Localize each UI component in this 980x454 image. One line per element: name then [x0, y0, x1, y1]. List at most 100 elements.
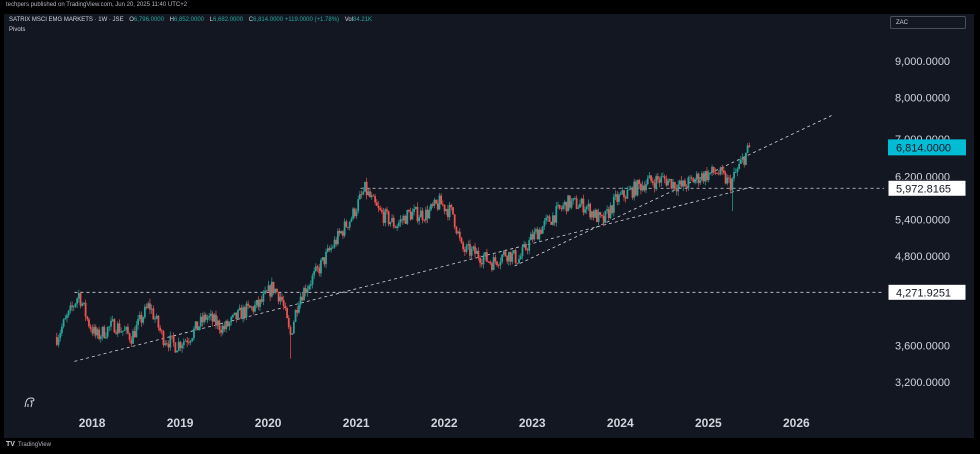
candle-body[interactable]	[252, 306, 255, 312]
candle-body[interactable]	[154, 318, 156, 320]
candle-body[interactable]	[706, 171, 708, 181]
candle-body[interactable]	[477, 250, 480, 258]
candle-body[interactable]	[739, 159, 742, 164]
candle-body[interactable]	[320, 260, 322, 274]
candle-body[interactable]	[220, 329, 222, 333]
candle-body[interactable]	[155, 315, 158, 319]
candle-body[interactable]	[531, 234, 534, 240]
candle-body[interactable]	[145, 306, 148, 308]
candle-body[interactable]	[77, 293, 80, 299]
candle-body[interactable]	[643, 185, 646, 191]
candle-body[interactable]	[277, 292, 280, 302]
candle-body[interactable]	[540, 229, 542, 234]
candle-body[interactable]	[292, 321, 295, 334]
candle-body[interactable]	[736, 168, 739, 172]
candle-body[interactable]	[318, 267, 321, 274]
candle-body[interactable]	[633, 181, 636, 198]
candle-body[interactable]	[667, 180, 669, 186]
candle-body[interactable]	[333, 239, 336, 248]
candle-body[interactable]	[743, 157, 746, 165]
candle-body[interactable]	[470, 248, 473, 256]
candle-body[interactable]	[401, 219, 404, 221]
candle-body[interactable]	[230, 317, 233, 323]
candle-body[interactable]	[680, 180, 683, 187]
candle-body[interactable]	[62, 319, 65, 327]
candle-body[interactable]	[597, 212, 600, 222]
candle-body[interactable]	[194, 321, 197, 329]
candle-body[interactable]	[700, 173, 703, 181]
candle-body[interactable]	[465, 245, 468, 252]
candle-body[interactable]	[507, 251, 510, 262]
candle-body[interactable]	[110, 320, 112, 327]
candle-body[interactable]	[206, 317, 209, 320]
candle-body[interactable]	[712, 166, 715, 173]
candle-body[interactable]	[198, 326, 200, 330]
candle-body[interactable]	[550, 221, 553, 225]
candle-body[interactable]	[452, 207, 454, 215]
candle-body[interactable]	[526, 249, 529, 251]
candle-body[interactable]	[728, 177, 730, 179]
candle-body[interactable]	[533, 231, 536, 240]
candle-body[interactable]	[223, 325, 226, 330]
candle-body[interactable]	[279, 296, 282, 302]
candle-body[interactable]	[640, 183, 642, 191]
candle-body[interactable]	[489, 261, 492, 264]
candle-body[interactable]	[96, 329, 99, 336]
candle-body[interactable]	[264, 290, 266, 294]
candle-body[interactable]	[276, 289, 278, 293]
candle-body[interactable]	[262, 293, 265, 302]
price-chart[interactable]: 3,200.0000 3,600.0000 4,800.0000 5,400.0000…	[0, 0, 980, 454]
candle-body[interactable]	[199, 316, 202, 327]
candle-body[interactable]	[733, 172, 735, 179]
candle-body[interactable]	[450, 205, 453, 208]
candle-body[interactable]	[238, 307, 241, 310]
candle-body[interactable]	[106, 326, 109, 337]
candle-body[interactable]	[291, 333, 294, 335]
candle-body[interactable]	[228, 322, 231, 327]
candle-body[interactable]	[314, 266, 317, 272]
candle-body[interactable]	[355, 211, 358, 217]
candle-body[interactable]	[162, 331, 165, 346]
candle-body[interactable]	[716, 173, 719, 174]
candle-body[interactable]	[656, 176, 659, 180]
candle-body[interactable]	[458, 231, 461, 238]
candle-body[interactable]	[557, 204, 559, 207]
candle-body[interactable]	[325, 251, 327, 265]
candle-body[interactable]	[518, 259, 520, 264]
candle-body[interactable]	[425, 209, 427, 221]
candle-body[interactable]	[426, 209, 429, 219]
candle-body[interactable]	[443, 204, 446, 212]
candle-body[interactable]	[729, 178, 732, 191]
candle-body[interactable]	[287, 318, 290, 328]
candle-body[interactable]	[514, 250, 517, 263]
candle-body[interactable]	[149, 303, 151, 310]
candle-body[interactable]	[83, 302, 85, 304]
candle-body[interactable]	[519, 256, 522, 260]
candle-body[interactable]	[352, 208, 355, 219]
candle-body[interactable]	[81, 303, 84, 306]
candle-body[interactable]	[646, 178, 649, 185]
candle-body[interactable]	[662, 176, 664, 178]
candle-body[interactable]	[724, 172, 727, 184]
candle-body[interactable]	[113, 319, 116, 333]
candle-body[interactable]	[269, 285, 272, 297]
candle-body[interactable]	[397, 222, 400, 227]
candle-body[interactable]	[695, 173, 698, 180]
candle-body[interactable]	[323, 257, 326, 265]
candle-body[interactable]	[513, 250, 515, 254]
candle-body[interactable]	[91, 328, 94, 334]
candle-body[interactable]	[675, 188, 678, 192]
candle-body[interactable]	[367, 191, 370, 196]
candle-body[interactable]	[607, 209, 610, 218]
candle-body[interactable]	[590, 211, 593, 218]
candle-body[interactable]	[697, 173, 700, 184]
candle-body[interactable]	[272, 281, 275, 293]
candle-body[interactable]	[189, 340, 192, 343]
candle-body[interactable]	[536, 229, 539, 240]
candle-body[interactable]	[89, 326, 92, 329]
candle-body[interactable]	[665, 178, 668, 186]
candle-body[interactable]	[130, 339, 133, 344]
candle-body[interactable]	[369, 191, 371, 198]
candle-body[interactable]	[538, 229, 541, 240]
candle-body[interactable]	[582, 198, 585, 213]
